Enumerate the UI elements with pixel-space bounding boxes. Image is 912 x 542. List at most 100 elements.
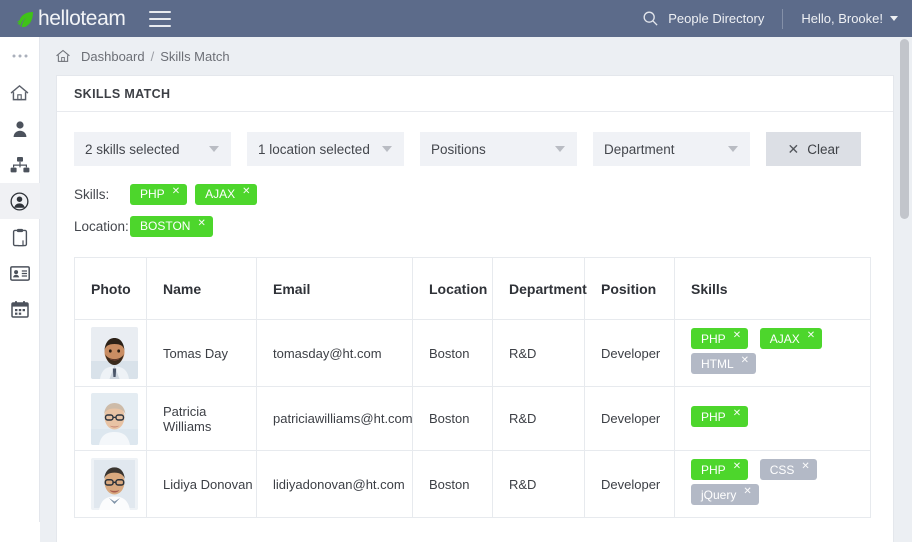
breadcrumb-dashboard[interactable]: Dashboard <box>81 49 145 64</box>
table-row[interactable]: Tomas Day tomasday@ht.com Boston R&D Dev… <box>75 320 871 387</box>
close-icon[interactable]: ✕ <box>242 186 250 197</box>
close-icon[interactable]: ✕ <box>733 461 741 472</box>
table-row[interactable]: Patricia Williams patriciawilliams@ht.co… <box>75 387 871 451</box>
chip-label: AJAX <box>205 187 235 201</box>
home-icon <box>10 84 29 102</box>
close-icon[interactable]: ✕ <box>733 408 741 419</box>
employee-position: Developer <box>585 451 675 518</box>
employee-department: R&D <box>493 320 585 387</box>
sidebar-item-home[interactable] <box>0 75 40 111</box>
column-header-department: Department <box>493 258 585 320</box>
sidebar-item-id-card[interactable] <box>0 255 40 291</box>
employee-location: Boston <box>413 320 493 387</box>
close-icon[interactable]: ✕ <box>733 330 741 341</box>
chip-label: PHP <box>140 187 165 201</box>
clipboard-icon <box>12 228 28 247</box>
close-icon[interactable]: ✕ <box>801 461 809 472</box>
org-chart-icon <box>10 156 30 174</box>
column-header-position: Position <box>585 258 675 320</box>
avatar <box>91 458 138 510</box>
department-select[interactable]: Department <box>593 132 750 166</box>
more-dots-icon <box>12 53 28 59</box>
table-row[interactable]: Lidiya Donovan lidiyadonovan@ht.com Bost… <box>75 451 871 518</box>
main-content: Dashboard / Skills Match SKILLS MATCH 2 … <box>40 37 912 542</box>
sidebar-item-clipboard[interactable] <box>0 219 40 255</box>
skill-chip-matched[interactable]: PHP ✕ <box>691 406 748 427</box>
skill-chip-unmatched[interactable]: jQuery ✕ <box>691 484 759 505</box>
avatar-man-beard-image <box>91 327 138 379</box>
close-icon[interactable]: ✕ <box>807 330 815 341</box>
column-header-email: Email <box>257 258 413 320</box>
page-title: SKILLS MATCH <box>57 76 893 112</box>
department-select-value: Department <box>604 142 675 157</box>
employee-name: Patricia Williams <box>147 387 257 451</box>
results-table-wrapper: Photo Name Email Location Department Pos… <box>57 240 893 518</box>
selected-location-label: Location: <box>74 219 130 234</box>
location-select[interactable]: 1 location selected <box>247 132 404 166</box>
sidebar-item-skills-match[interactable] <box>0 183 40 219</box>
close-icon[interactable]: ✕ <box>197 218 205 229</box>
search-icon[interactable] <box>642 10 659 27</box>
chip-label: CSS <box>770 463 795 477</box>
home-icon[interactable] <box>56 49 70 63</box>
clear-filters-button[interactable]: ✕ Clear <box>766 132 861 166</box>
table-header-row: Photo Name Email Location Department Pos… <box>75 258 871 320</box>
close-icon: ✕ <box>788 141 800 158</box>
positions-select[interactable]: Positions <box>420 132 577 166</box>
skill-chip-unmatched[interactable]: CSS ✕ <box>760 459 817 480</box>
skills-select[interactable]: 2 skills selected <box>74 132 231 166</box>
selected-skills-row: Skills: PHP ✕ AJAX ✕ <box>57 180 893 208</box>
sidebar-item-org-chart[interactable] <box>0 147 40 183</box>
chip-label: PHP <box>701 410 726 424</box>
employee-department: R&D <box>493 451 585 518</box>
user-menu[interactable]: Hello, Brooke! <box>801 11 898 26</box>
skill-chip-matched[interactable]: PHP ✕ <box>691 328 748 349</box>
skills-select-value: 2 skills selected <box>85 142 180 157</box>
skill-chip-unmatched[interactable]: HTML ✕ <box>691 353 756 374</box>
skill-chip-matched[interactable]: PHP ✕ <box>691 459 748 480</box>
employee-photo-cell <box>75 451 147 518</box>
chip-label: PHP <box>701 463 726 477</box>
chip-label: PHP <box>701 332 726 346</box>
chip-label: jQuery <box>701 488 736 502</box>
filter-bar: 2 skills selected 1 location selected Po… <box>57 112 893 166</box>
selected-location-row: Location: BOSTON ✕ <box>57 212 893 240</box>
employee-skills-cell: PHP ✕ CSS ✕ jQuery ✕ <box>675 451 871 518</box>
sidebar-item-person[interactable] <box>0 111 40 147</box>
chevron-down-icon <box>728 146 738 152</box>
skills-match-card: SKILLS MATCH 2 skills selected 1 locatio… <box>56 75 894 542</box>
id-card-icon <box>10 266 30 281</box>
positions-select-value: Positions <box>431 142 486 157</box>
employee-skills-cell: PHP ✕ AJAX ✕ HTML ✕ <box>675 320 871 387</box>
sidebar-item-calendar[interactable] <box>0 291 40 327</box>
close-icon[interactable]: ✕ <box>172 186 180 197</box>
employee-photo-cell <box>75 387 147 451</box>
breadcrumb-separator: / <box>151 49 155 64</box>
chevron-down-icon <box>209 146 219 152</box>
calendar-icon <box>11 300 29 318</box>
user-greeting-label: Hello, Brooke! <box>801 11 883 26</box>
page-scrollbar[interactable] <box>897 37 912 542</box>
selected-skill-chip[interactable]: AJAX ✕ <box>195 184 257 205</box>
selected-location-chip[interactable]: BOSTON ✕ <box>130 216 213 237</box>
skill-chip-matched[interactable]: AJAX ✕ <box>760 328 822 349</box>
selected-skill-chip[interactable]: PHP ✕ <box>130 184 187 205</box>
employee-photo-cell <box>75 320 147 387</box>
hamburger-icon[interactable] <box>149 11 171 27</box>
avatar <box>91 393 138 445</box>
sidebar-item-more[interactable] <box>0 37 40 75</box>
close-icon[interactable]: ✕ <box>743 486 751 497</box>
employee-email: patriciawilliams@ht.com <box>257 387 413 451</box>
employee-position: Developer <box>585 387 675 451</box>
employee-department: R&D <box>493 387 585 451</box>
avatar-man-glasses-image <box>91 458 138 510</box>
chip-label: BOSTON <box>140 219 190 233</box>
sidebar <box>0 37 40 522</box>
results-table: Photo Name Email Location Department Pos… <box>74 257 871 518</box>
people-directory-link[interactable]: People Directory <box>668 11 764 26</box>
employee-location: Boston <box>413 451 493 518</box>
person-circle-icon <box>10 192 29 211</box>
close-icon[interactable]: ✕ <box>741 355 749 366</box>
brand-logo[interactable]: helloteam <box>16 7 125 31</box>
scrollbar-thumb[interactable] <box>900 39 909 219</box>
